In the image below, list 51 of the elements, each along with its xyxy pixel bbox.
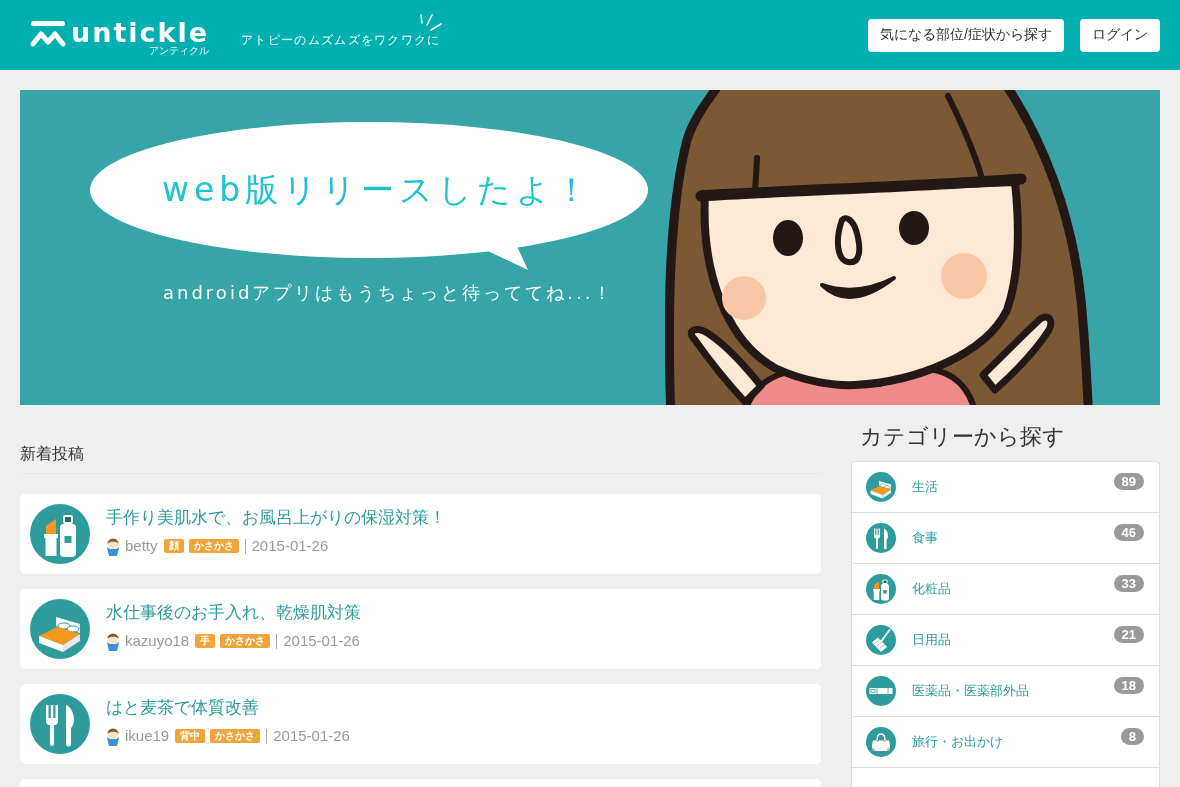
category-item[interactable]: 化粧品 33 bbox=[852, 564, 1159, 615]
username[interactable]: kazuyo18 bbox=[125, 631, 190, 651]
topic-tag[interactable]: かさかさ bbox=[188, 539, 239, 553]
ointment-tube-icon bbox=[866, 676, 896, 706]
handbag-icon bbox=[866, 727, 896, 757]
avatar-icon bbox=[106, 726, 120, 746]
post-title-link[interactable]: はと麦茶で体質改善 bbox=[106, 697, 259, 719]
topic-tag[interactable]: 手 bbox=[195, 634, 216, 648]
topic-tag[interactable]: かさかさ bbox=[220, 634, 271, 648]
lint-roller-icon bbox=[866, 625, 896, 655]
symptom-search-button[interactable]: 気になる部位/症状から探す bbox=[868, 18, 1064, 52]
count-badge: 8 bbox=[1120, 728, 1144, 745]
username[interactable]: betty bbox=[125, 536, 158, 556]
category-item[interactable]: 医薬品・医薬部外品 18 bbox=[852, 666, 1159, 717]
count-badge: 18 bbox=[1113, 677, 1144, 694]
banner[interactable]: web版リリースしたよ！ androidアプリはもうちょっと待っててね...！ bbox=[20, 90, 1160, 405]
logo-reading: アンティクル bbox=[149, 45, 210, 56]
count-badge: 21 bbox=[1113, 626, 1144, 643]
lipstick-bottle-icon bbox=[866, 574, 896, 604]
post-title-link[interactable]: 手作り美肌水で、お風呂上がりの保湿対策！ bbox=[106, 507, 446, 529]
logo-wordmark[interactable]: untickle bbox=[71, 18, 210, 47]
topic-tag[interactable]: 背中 bbox=[175, 729, 206, 743]
category-item[interactable]: 生活 89 bbox=[852, 462, 1159, 513]
topic-tag[interactable]: かさかさ bbox=[210, 729, 261, 743]
count-badge: 33 bbox=[1113, 575, 1144, 592]
sparkle-lines-icon bbox=[418, 14, 443, 32]
post-title-link[interactable]: 水仕事後のお手入れ、乾燥肌対策 bbox=[106, 602, 361, 624]
post-date: 2015-01-26 bbox=[273, 726, 350, 746]
post-date: 2015-01-26 bbox=[283, 631, 360, 651]
wave-logo-icon bbox=[30, 20, 66, 48]
fork-knife-icon bbox=[30, 694, 90, 754]
topic-tag[interactable]: 顔 bbox=[163, 539, 184, 553]
category-item[interactable]: 日用品 21 bbox=[852, 615, 1159, 666]
lipstick-bottle-icon bbox=[30, 504, 90, 564]
bed-icon bbox=[30, 599, 90, 659]
section-heading: 新着投稿 bbox=[20, 444, 84, 464]
tagline: アトピーのムズムズをワクワクに bbox=[241, 32, 441, 48]
bed-icon bbox=[866, 472, 896, 502]
fork-knife-icon bbox=[866, 523, 896, 553]
section-heading: カテゴリーから探す bbox=[860, 423, 1065, 451]
banner-subline: androidアプリはもうちょっと待っててね...！ bbox=[163, 281, 615, 305]
avatar-icon bbox=[106, 631, 120, 651]
category-item[interactable]: 食事 46 bbox=[852, 513, 1159, 564]
count-badge: 89 bbox=[1113, 473, 1144, 490]
category-item[interactable]: 旅行・お出かけ 8 bbox=[852, 717, 1159, 768]
count-badge: 46 bbox=[1113, 524, 1144, 541]
post-date: 2015-01-26 bbox=[251, 536, 329, 556]
avatar-icon bbox=[106, 536, 120, 556]
username[interactable]: ikue19 bbox=[125, 726, 170, 746]
banner-headline: web版リリースしたよ！ bbox=[162, 170, 594, 210]
login-button[interactable]: ログイン bbox=[1080, 18, 1160, 52]
